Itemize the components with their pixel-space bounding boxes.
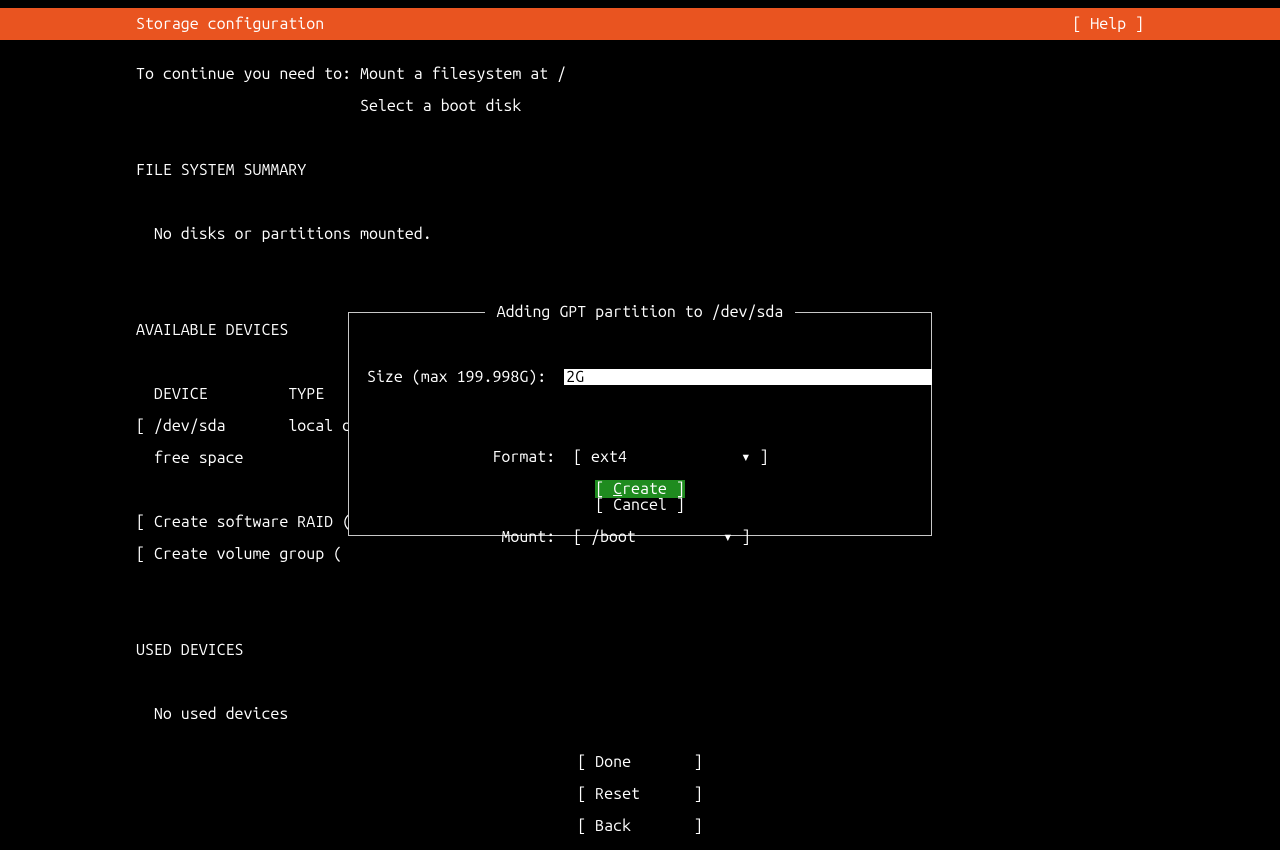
chevron-down-icon: ▾ xyxy=(723,528,733,546)
size-row: Size (max 199.998G): 2G xyxy=(367,369,913,385)
used-devices-heading: USED DEVICES xyxy=(136,642,566,658)
add-partition-dialog: Adding GPT partition to /dev/sda Size (m… xyxy=(348,312,932,536)
format-select[interactable]: ext4 xyxy=(591,449,741,465)
format-row: Format: [ ext4▾ ] xyxy=(367,449,913,465)
chevron-down-icon: ▾ xyxy=(741,448,751,466)
continue-hint-2: Select a boot disk xyxy=(136,98,566,114)
help-button[interactable]: [ Help ] xyxy=(1072,16,1144,32)
mount-select[interactable]: /boot xyxy=(591,529,723,545)
footer-buttons: [ Done ] [ Reset ] [ Back ] xyxy=(0,738,1280,850)
size-input[interactable]: 2G xyxy=(564,369,932,385)
continue-hint: To continue you need to: Mount a filesys… xyxy=(136,66,566,82)
fs-summary-heading: FILE SYSTEM SUMMARY xyxy=(136,162,566,178)
back-button[interactable]: [ Back ] xyxy=(0,818,1280,834)
mount-row: Mount: [ /boot▾ ] xyxy=(367,529,913,545)
cancel-button[interactable]: [ Cancel ] xyxy=(349,497,931,513)
page-title: Storage configuration xyxy=(136,16,324,32)
used-devices-empty: No used devices xyxy=(136,706,566,722)
done-button[interactable]: [ Done ] xyxy=(0,754,1280,770)
dialog-title: Adding GPT partition to /dev/sda xyxy=(349,304,931,320)
fs-summary-empty: No disks or partitions mounted. xyxy=(136,226,566,242)
header-bar: Storage configuration [ Help ] xyxy=(0,8,1280,40)
